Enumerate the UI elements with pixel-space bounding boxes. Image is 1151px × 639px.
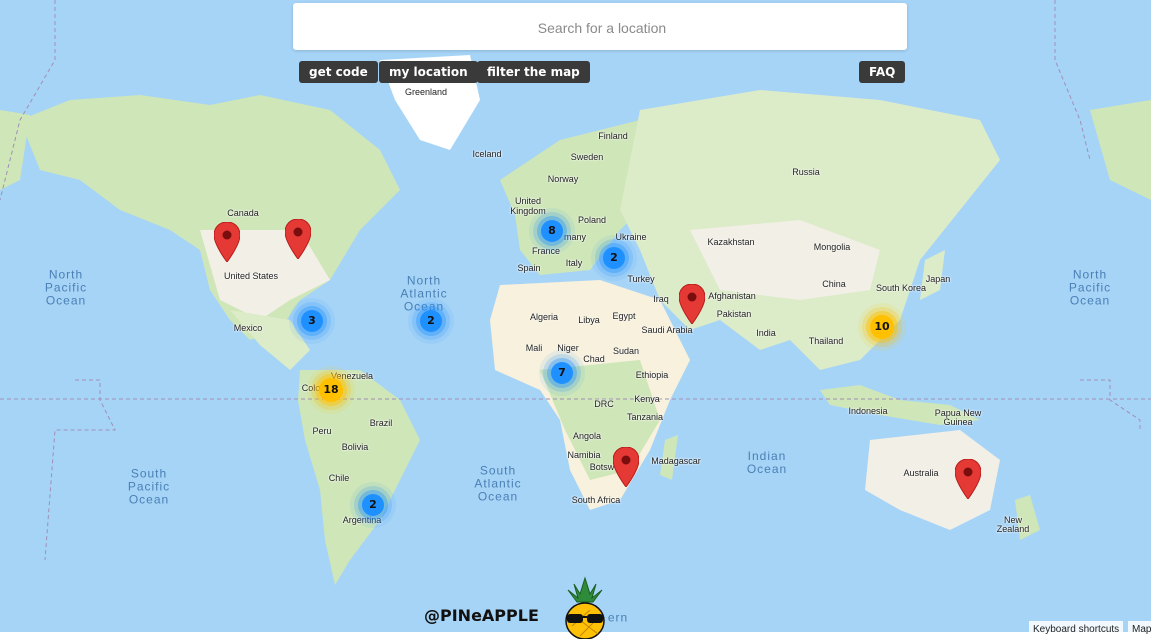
label-norway: Norway (547, 174, 579, 184)
label-niger: Niger (557, 343, 579, 353)
label-algeria: Algeria (529, 312, 559, 322)
label-indian-ocean: Indian Ocean (746, 449, 788, 476)
label-indonesia: Indonesia (848, 406, 888, 416)
label-sudan: Sudan (612, 346, 640, 356)
label-finland: Finland (598, 131, 628, 141)
label-sweden: Sweden (570, 152, 604, 162)
label-afghanistan: Afghanistan (708, 291, 756, 301)
label-madagascar: Madagascar (651, 456, 701, 466)
label-greenland: Greenland (404, 87, 448, 97)
world-map[interactable]: Greenland Iceland Finland Sweden Norway … (0, 0, 1151, 639)
marker-cluster[interactable]: 3 (301, 310, 323, 332)
map-pin-marker[interactable] (214, 222, 240, 262)
filter-map-button[interactable]: filter the map (477, 61, 590, 83)
label-south-korea: South Korea (875, 283, 927, 293)
label-india: India (756, 328, 776, 338)
label-kenya: Kenya (634, 394, 660, 404)
label-mexico: Mexico (233, 323, 263, 333)
map-pin-marker[interactable] (613, 447, 639, 487)
label-france: France (531, 246, 561, 256)
label-japan: Japan (925, 274, 951, 284)
label-iceland: Iceland (472, 149, 502, 159)
label-south-pacific: South Pacific Ocean (127, 466, 171, 507)
label-botswana: Botsw (589, 462, 615, 472)
label-ethiopia: Ethiopia (635, 370, 669, 380)
label-italy: Italy (565, 258, 583, 268)
marker-cluster[interactable]: 8 (541, 220, 563, 242)
get-code-button[interactable]: get code (299, 61, 378, 83)
label-tanzania: Tanzania (626, 412, 664, 422)
map-pin-marker[interactable] (955, 459, 981, 499)
label-angola: Angola (572, 431, 602, 441)
label-mongolia: Mongolia (813, 242, 851, 252)
label-bolivia: Bolivia (341, 442, 369, 452)
label-mali: Mali (525, 343, 543, 353)
search-input[interactable] (293, 3, 911, 52)
label-north-pacific-east: North Pacific Ocean (1068, 267, 1112, 308)
label-namibia: Namibia (567, 450, 601, 460)
label-nz-line2: Zealand (996, 524, 1030, 534)
label-poland: Poland (577, 215, 607, 225)
pineapple-logo-icon (565, 576, 605, 639)
label-spain: Spain (517, 263, 541, 273)
marker-cluster[interactable]: 18 (319, 378, 343, 402)
label-chad: Chad (583, 354, 605, 364)
label-chile: Chile (328, 473, 350, 483)
label-south-africa: South Africa (571, 495, 621, 505)
label-north-pacific-west: North Pacific Ocean (44, 267, 88, 308)
map-data-link[interactable]: Map (1128, 621, 1151, 639)
label-turkey: Turkey (627, 274, 655, 284)
label-png-line2: Guinea (943, 417, 973, 427)
marker-cluster[interactable]: 10 (870, 315, 894, 339)
label-usa: United States (223, 271, 279, 281)
label-peru: Peru (312, 426, 332, 436)
marker-cluster[interactable]: 2 (420, 310, 442, 332)
search-bar (293, 3, 911, 52)
label-saudi-arabia: Saudi Arabia (641, 325, 693, 335)
label-australia: Australia (903, 468, 939, 478)
label-south-atlantic: South Atlantic Ocean (474, 463, 522, 504)
label-thailand: Thailand (808, 336, 844, 346)
label-russia: Russia (792, 167, 820, 177)
label-china: China (822, 279, 846, 289)
label-ukraine: Ukraine (615, 232, 647, 242)
label-canada: Canada (227, 208, 259, 218)
map-land-layer (0, 0, 1151, 639)
label-brazil: Brazil (369, 418, 393, 428)
label-egypt: Egypt (612, 311, 636, 321)
label-pakistan: Pakistan (716, 309, 752, 319)
label-kazakhstan: Kazakhstan (707, 237, 755, 247)
label-uk-line1: United (514, 196, 542, 206)
brand-wordmark: @PINeAPPLE (424, 606, 539, 625)
marker-cluster[interactable]: 2 (362, 494, 384, 516)
label-germany: many (563, 232, 587, 242)
keyboard-shortcuts-link[interactable]: Keyboard shortcuts (1029, 621, 1124, 639)
faq-button[interactable]: FAQ (859, 61, 906, 83)
marker-cluster[interactable]: 2 (603, 247, 625, 269)
label-drc: DRC (594, 399, 614, 409)
label-argentina: Argentina (342, 515, 382, 525)
label-uk-line2: Kingdom (510, 206, 546, 216)
map-pin-marker[interactable] (285, 219, 311, 259)
marker-cluster[interactable]: 7 (551, 362, 573, 384)
label-libya: Libya (578, 315, 600, 325)
label-colombia: Colo (301, 383, 321, 393)
label-iraq: Iraq (653, 294, 669, 304)
label-north-atlantic: North Atlantic Ocean (400, 273, 448, 314)
my-location-button[interactable]: my location (379, 61, 478, 83)
map-pin-marker[interactable] (679, 284, 705, 324)
